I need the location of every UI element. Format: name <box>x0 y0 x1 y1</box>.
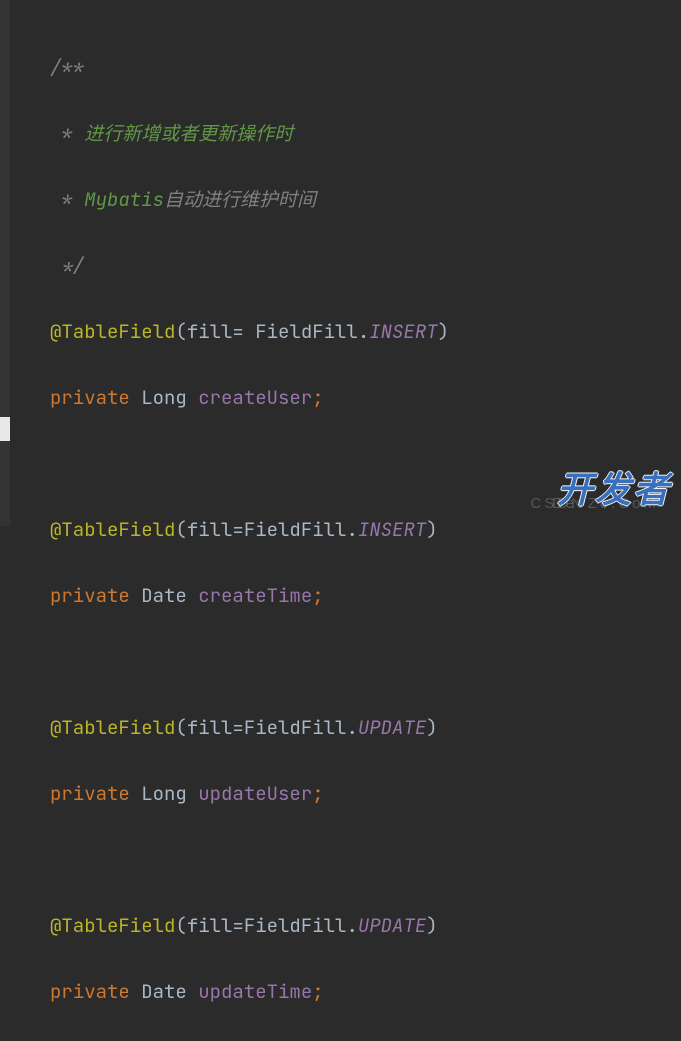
paren-close: ) <box>426 517 437 542</box>
type: Date <box>141 979 187 1004</box>
code-line: private Long updateUser; <box>0 777 681 810</box>
dot: . <box>346 715 357 740</box>
paren-close: ) <box>438 319 449 344</box>
javadoc-em: Mybatis <box>84 187 164 212</box>
blank-line <box>0 843 681 876</box>
keyword-private: private <box>50 583 130 608</box>
arg-name: fill= <box>187 517 244 542</box>
arg-name: fill= <box>187 319 255 344</box>
paren-open: ( <box>175 715 186 740</box>
dot: . <box>346 913 357 938</box>
javadoc-prefix: * <box>50 121 84 146</box>
field-name: updateUser <box>198 781 312 806</box>
enum-class: FieldFill <box>244 913 347 938</box>
enum-class: FieldFill <box>244 715 347 740</box>
code-line: @TableField(fill=FieldFill.UPDATE) <box>0 909 681 942</box>
code-line: * Mybatis自动进行维护时间 <box>0 183 681 216</box>
type: Date <box>141 583 187 608</box>
keyword-private: private <box>50 781 130 806</box>
code-line: * 进行新增或者更新操作时 <box>0 117 681 150</box>
blank-line <box>0 645 681 678</box>
paren-close: ) <box>426 715 437 740</box>
javadoc-prefix: * <box>50 187 84 212</box>
enum-value: UPDATE <box>358 715 426 740</box>
caret-line-highlight <box>0 417 10 441</box>
type: Long <box>141 385 187 410</box>
code-line: private Date createTime; <box>0 579 681 612</box>
code-line: @TableField(fill=FieldFill.INSERT) <box>0 513 681 546</box>
enum-value: INSERT <box>358 517 426 542</box>
javadoc-text: 进行新增或者更新操作时 <box>84 121 293 146</box>
code-line: @TableField(fill=FieldFill.UPDATE) <box>0 711 681 744</box>
enum-class: FieldFill <box>244 517 347 542</box>
javadoc-text: 自动进行维护时间 <box>164 187 316 212</box>
field-name: createTime <box>198 583 312 608</box>
annotation: @TableField <box>50 913 175 938</box>
annotation: @TableField <box>50 715 175 740</box>
code-line: private Date updateTime; <box>0 975 681 1008</box>
code-line: private Long createUser; <box>0 381 681 414</box>
keyword-private: private <box>50 979 130 1004</box>
javadoc-open: /** <box>50 55 84 80</box>
code-block: /** * 进行新增或者更新操作时 * Mybatis自动进行维护时间 */ @… <box>0 0 681 1041</box>
keyword-private: private <box>50 385 130 410</box>
enum-class: FieldFill <box>255 319 358 344</box>
paren-open: ( <box>175 517 186 542</box>
semicolon: ; <box>312 385 323 410</box>
paren-close: ) <box>426 913 437 938</box>
blank-line <box>0 447 681 480</box>
code-line: */ <box>0 249 681 282</box>
annotation: @TableField <box>50 319 175 344</box>
semicolon: ; <box>312 979 323 1004</box>
enum-value: UPDATE <box>358 913 426 938</box>
type: Long <box>141 781 187 806</box>
field-name: createUser <box>198 385 312 410</box>
javadoc-close: */ <box>50 253 84 278</box>
dot: . <box>358 319 369 344</box>
code-line: /** <box>0 51 681 84</box>
annotation: @TableField <box>50 517 175 542</box>
code-line: @TableField(fill= FieldFill.INSERT) <box>0 315 681 348</box>
arg-name: fill= <box>187 715 244 740</box>
paren-open: ( <box>175 319 186 344</box>
semicolon: ; <box>312 583 323 608</box>
arg-name: fill= <box>187 913 244 938</box>
dot: . <box>346 517 357 542</box>
field-name: updateTime <box>198 979 312 1004</box>
semicolon: ; <box>312 781 323 806</box>
gutter <box>0 0 10 526</box>
paren-open: ( <box>175 913 186 938</box>
enum-value: INSERT <box>369 319 437 344</box>
